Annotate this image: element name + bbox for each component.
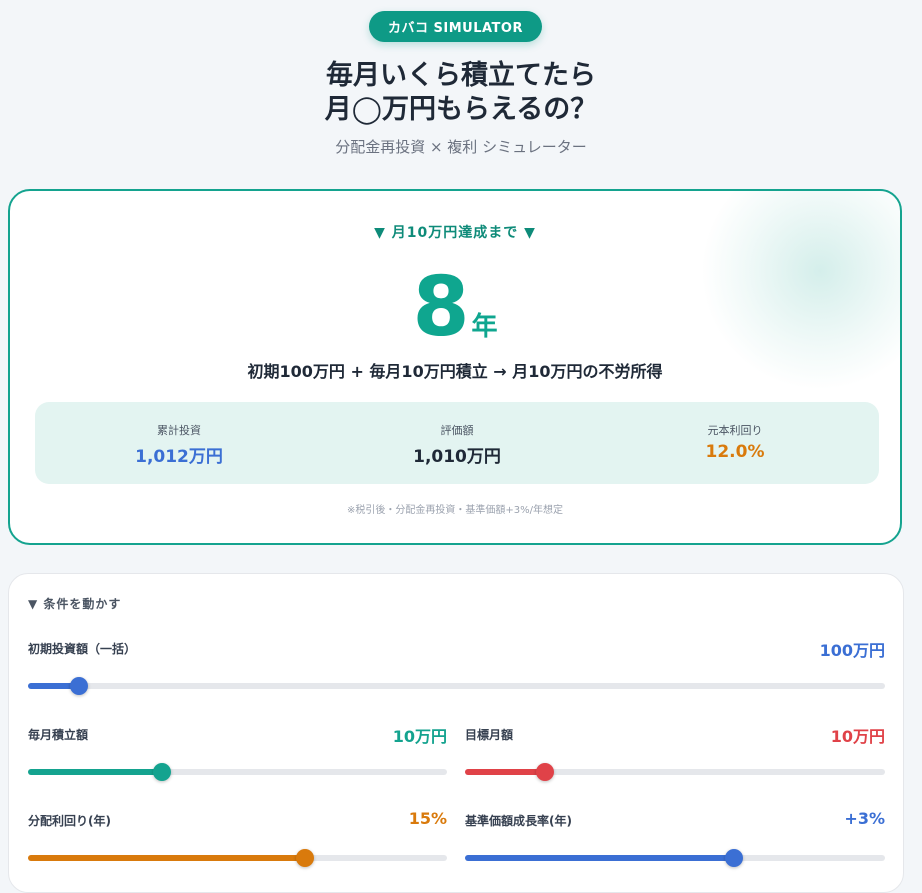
- slider-fill: [28, 769, 163, 775]
- initial-investment-value: 100万円: [819, 641, 885, 660]
- years-display: 8年: [10, 263, 900, 353]
- stat-value: 12.0%: [705, 442, 765, 462]
- target-monthly-label: 目標月額: [465, 728, 514, 742]
- assumption-note: ※税引後・分配金再投資・基準価額+3%/年想定: [347, 505, 563, 516]
- goal-heading: ▼ 月10万円達成まで ▼: [374, 225, 536, 241]
- nav-growth-label: 基準価額成長率(年): [465, 814, 572, 828]
- dividend-yield-label: 分配利回り(年): [28, 814, 111, 828]
- slider-thumb[interactable]: [70, 677, 89, 695]
- years-unit: 年: [471, 312, 498, 342]
- monthly-contribution-slider[interactable]: [28, 763, 447, 781]
- stat-value: 1,012万円: [135, 447, 223, 467]
- slider-thumb[interactable]: [535, 763, 554, 781]
- target-monthly-slider[interactable]: [465, 763, 885, 781]
- slider-fill: [465, 769, 545, 775]
- stat-principal-yield: 元本利回り 12.0%: [635, 402, 835, 484]
- page-subtitle: 分配金再投資 × 複利 シミュレーター: [335, 138, 587, 156]
- target-monthly-value: 10万円: [830, 727, 885, 746]
- app-badge: カバコ SIMULATOR: [369, 11, 542, 42]
- dividend-yield-value: 15%: [408, 809, 447, 828]
- stat-label: 元本利回り: [707, 424, 763, 437]
- result-card: ▼ 月10万円達成まで ▼ 8年 初期100万円 + 毎月10万円積立 → 月1…: [8, 189, 902, 545]
- slider-thumb[interactable]: [295, 849, 314, 867]
- slider-fill: [28, 855, 305, 861]
- initial-investment-slider[interactable]: [28, 677, 885, 695]
- years-number: 8: [412, 260, 470, 355]
- page-title-line1: 毎月いくら積立てたら: [326, 60, 596, 91]
- page-title-line2: 月◯万円もらえるの？: [324, 94, 598, 125]
- conditions-heading: ▼ 条件を動かす: [28, 597, 122, 611]
- monthly-contribution-value: 10万円: [392, 727, 447, 746]
- slider-thumb[interactable]: [153, 763, 172, 781]
- nav-growth-value: +3%: [844, 809, 885, 828]
- stat-value: 1,010万円: [413, 447, 501, 467]
- slider-thumb[interactable]: [724, 849, 743, 867]
- dividend-yield-slider[interactable]: [28, 849, 447, 867]
- initial-investment-label: 初期投資額（一括）: [28, 642, 137, 656]
- nav-growth-slider[interactable]: [465, 849, 885, 867]
- conditions-card: ▼ 条件を動かす 初期投資額（一括） 100万円 毎月積立額 10万円 目標月額…: [8, 573, 904, 893]
- slider-fill: [465, 855, 734, 861]
- stats-panel: 累計投資 1,012万円 評価額 1,010万円 元本利回り 12.0%: [35, 402, 879, 484]
- stat-valuation: 評価額 1,010万円: [357, 402, 557, 484]
- scenario-summary: 初期100万円 + 毎月10万円積立 → 月10万円の不労所得: [247, 362, 663, 381]
- stat-label: 累計投資: [157, 424, 201, 437]
- stat-total-invested: 累計投資 1,012万円: [79, 402, 279, 484]
- monthly-contribution-label: 毎月積立額: [28, 728, 89, 742]
- stat-label: 評価額: [440, 424, 474, 437]
